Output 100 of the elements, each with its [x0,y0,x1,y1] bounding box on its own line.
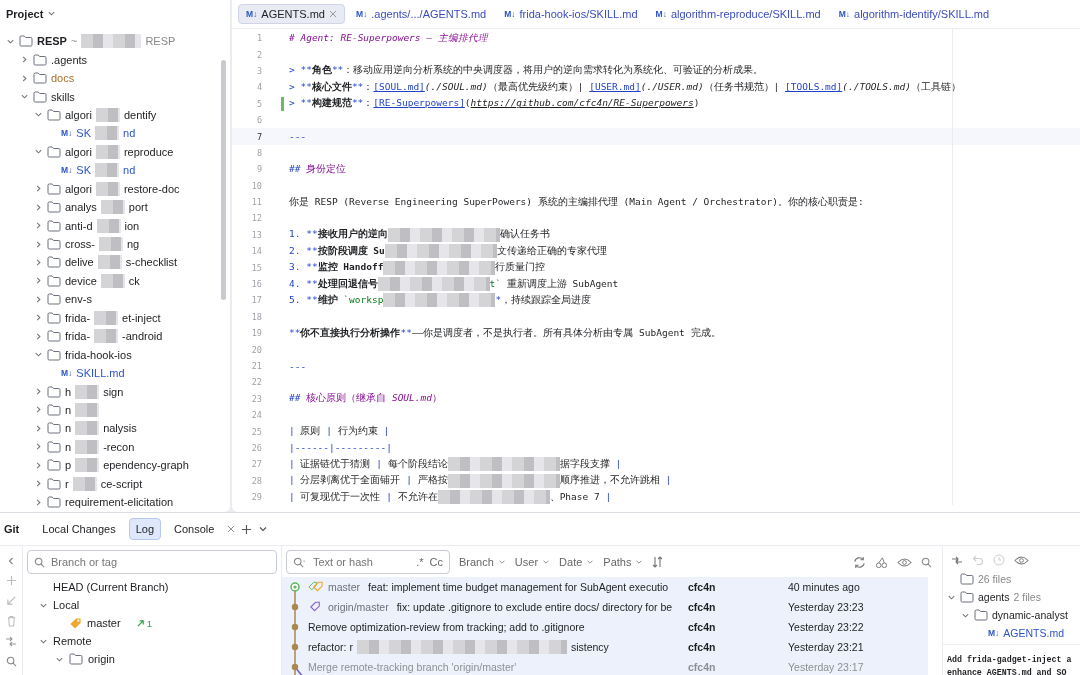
folder-name[interactable]: -recon [103,440,135,453]
search-icon[interactable] [5,656,17,667]
file-name[interactable]: SK [76,164,92,177]
filter-dropdown[interactable]: Paths [603,556,644,568]
folder-name[interactable]: agents [978,591,1010,603]
search-icon[interactable] [921,556,932,568]
regex-toggle[interactable]: .* [416,556,424,568]
eye-icon[interactable] [1014,554,1029,566]
folder-name[interactable]: r [65,477,69,490]
refresh-icon[interactable] [853,555,866,569]
folder-name[interactable]: skills [51,90,75,103]
tool-tab[interactable]: Local Changes [35,518,123,540]
search-input[interactable]: Text or hash [313,556,411,568]
branch-tree-item[interactable]: Remote [53,635,92,647]
chevron-right-icon[interactable] [34,184,43,194]
folder-name[interactable]: cross- [65,238,95,251]
chevron-right-icon[interactable] [34,442,43,452]
search-input[interactable]: Branch or tag [51,556,270,568]
chevron-right-icon[interactable] [34,313,43,323]
folder-name[interactable]: ng [126,238,140,251]
chevron-down-icon[interactable] [34,110,43,120]
folder-name[interactable]: ependency-graph [103,459,189,472]
branch-name[interactable]: master [87,617,121,629]
file-name[interactable]: nd [123,164,136,177]
chevron-down-icon[interactable] [20,92,29,102]
folder-name[interactable]: analys [65,201,97,214]
folder-name[interactable]: et-inject [122,311,161,324]
folder-name[interactable]: n [65,403,72,416]
match-case-toggle[interactable]: Cc [429,556,443,568]
folder-name[interactable]: algori [65,145,92,158]
commit-row[interactable]: origin/master fix: update .gitignore to exclude entire docs/ directory for be cfc4n Yesterday 23:23 [282,597,928,617]
merge-icon[interactable] [5,636,17,647]
commit-row[interactable]: master feat: implement time budget management for SubAgent executio cfc4n 40 minutes ago [282,577,928,597]
editor-tab[interactable]: M↓ algorithm-reproduce/SKILL.md [648,5,828,23]
scrollbar-thumb[interactable] [221,60,226,300]
chevron-right-icon[interactable] [34,239,43,249]
chevron-right-icon[interactable] [34,460,43,470]
folder-name[interactable]: ce-script [100,477,143,490]
folder-name[interactable]: h [65,385,72,398]
folder-name[interactable]: frida- [65,330,91,343]
folder-name[interactable]: dentify [123,108,157,121]
folder-name[interactable]: env-s [65,293,92,306]
chevron-left-icon[interactable] [6,556,16,566]
folder-name[interactable]: RESP [37,35,67,48]
file-count[interactable]: 26 files [978,573,1012,585]
commit-row[interactable]: Remove optimization-review from tracking; add to .gitignore cfc4n Yesterday 23:22 [282,617,928,637]
chevron-right-icon[interactable] [34,497,43,507]
folder-name[interactable]: -android [122,330,163,343]
folder-name[interactable]: n [65,422,72,435]
commit-search-field[interactable]: Text or hash .* Cc [286,550,450,574]
branch-tree-item[interactable]: HEAD (Current Branch) [53,581,169,593]
chevron-right-icon[interactable] [20,55,29,65]
chevron-right-icon[interactable] [34,423,43,433]
folder-name[interactable]: .agents [51,53,88,66]
editor-tab[interactable]: M↓ AGENTS.md [238,4,345,24]
chevron-right-icon[interactable] [34,479,43,489]
editor-tab[interactable]: M↓ frida-hook-ios/SKILL.md [497,5,645,23]
filter-dropdown[interactable]: Branch [459,556,506,568]
trash-icon[interactable] [5,615,17,627]
tool-tab[interactable]: Console [167,518,222,540]
folder-name[interactable]: algori [65,108,92,121]
chevron-right-icon[interactable] [34,294,43,304]
chevron-right-icon[interactable] [34,387,43,397]
close-icon[interactable] [227,525,236,533]
folder-name[interactable]: docs [51,72,75,85]
editor-tab[interactable]: M↓ .agents/.../AGENTS.md [348,5,494,23]
file-name[interactable]: AGENTS.md [1003,627,1065,639]
folder-name[interactable]: reproduce [123,145,174,158]
file-name[interactable]: SK [76,127,92,140]
folder-name[interactable]: p [65,459,72,472]
chevron-right-icon[interactable] [34,276,43,286]
chevron-right-icon[interactable] [34,221,43,231]
folder-name[interactable]: anti-d [65,219,93,232]
cherry-icon[interactable] [875,555,888,569]
folder-name[interactable]: delive [65,256,94,269]
folder-name[interactable]: dynamic-analyst [992,609,1068,621]
chevron-down-icon[interactable] [258,524,269,534]
folder-name[interactable]: requirement-elicitation [65,496,174,509]
folder-name[interactable]: device [65,274,97,287]
chevron-right-icon[interactable] [20,73,29,83]
folder-name[interactable]: ion [124,219,140,232]
folder-name[interactable]: ck [128,274,140,287]
filter-dropdown[interactable]: Date [559,556,595,568]
branch-search-field[interactable]: Branch or tag [27,550,277,574]
folder-name[interactable]: n [65,440,72,453]
branch-tree-item[interactable]: origin [88,653,115,665]
chevron-right-icon[interactable] [34,257,43,267]
commit-row[interactable]: refactor: r sistency cfc4n Yesterday 23:21 [282,637,928,657]
folder-name[interactable]: frida-hook-ios [65,348,132,361]
branch-tree-item[interactable]: Local [53,599,80,611]
folder-name[interactable]: port [128,201,148,214]
panel-title[interactable]: Project [6,7,44,20]
folder-name[interactable]: restore-doc [123,182,180,195]
file-name[interactable]: SKILL.md [76,367,125,380]
arrow-icon[interactable] [5,595,17,606]
chevron-down-icon[interactable] [34,350,43,360]
chevron-right-icon[interactable] [34,202,43,212]
eye-icon[interactable] [897,556,912,568]
folder-name[interactable]: algori [65,182,92,195]
chevron-right-icon[interactable] [34,405,43,415]
